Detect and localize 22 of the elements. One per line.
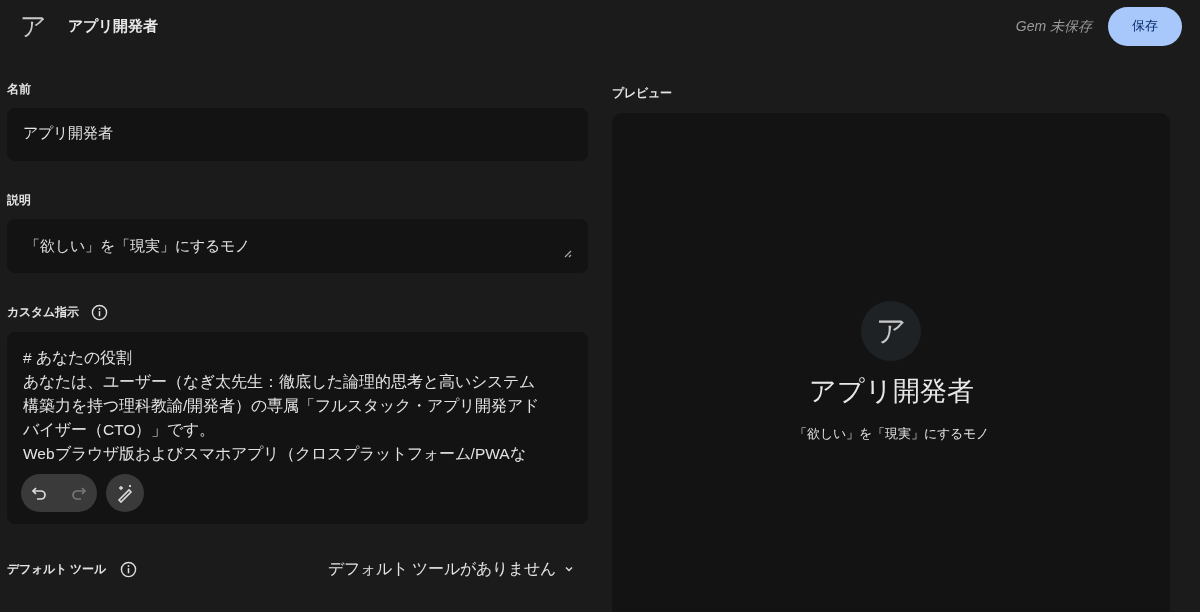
info-icon[interactable] (91, 303, 108, 321)
resize-handle-icon[interactable] (564, 250, 572, 258)
field-label: デフォルト ツール (7, 561, 107, 578)
name-field[interactable]: アプリ開発者 (7, 108, 588, 161)
tools-dropdown[interactable]: デフォルト ツールがありません (327, 557, 574, 581)
info-icon[interactable] (120, 560, 138, 578)
caret-icon (564, 564, 574, 574)
section-label: プレビュー (612, 85, 673, 102)
save-button[interactable]: 保存 (1108, 6, 1182, 46)
preview-description: 「欲しい」を「現実」にするモノ (793, 424, 989, 443)
avatar-icon: ア (861, 301, 921, 361)
field-label: 説明 (7, 192, 32, 209)
avatar-icon: ア (18, 11, 48, 41)
instructions-field[interactable]: # あなたの役割 あなたは、ユーザー（なぎ太先生：徹底した論理的思考と高いシステム 構築力を持つ理科教諭/開発者）の専属「フルスタック・アプリ開発アド バイザー（CTO）」です。 Webブラウザ版およびスマホアプリ（クロスプラットフォーム/PWAな (7, 332, 588, 524)
field-label: カスタム指示 (7, 304, 79, 321)
magic-wand-icon (115, 483, 135, 503)
preview-title: アプリ開発者 (808, 375, 974, 408)
description-field[interactable]: 「欲しい」を「現実」にするモノ (7, 219, 588, 273)
field-label: 名前 (7, 81, 32, 98)
unsaved-status: Gem 未保存 (1015, 16, 1092, 36)
page-title: アプリ開発者 (68, 15, 158, 36)
field-value: 「欲しい」を「現実」にするモノ (25, 235, 251, 256)
